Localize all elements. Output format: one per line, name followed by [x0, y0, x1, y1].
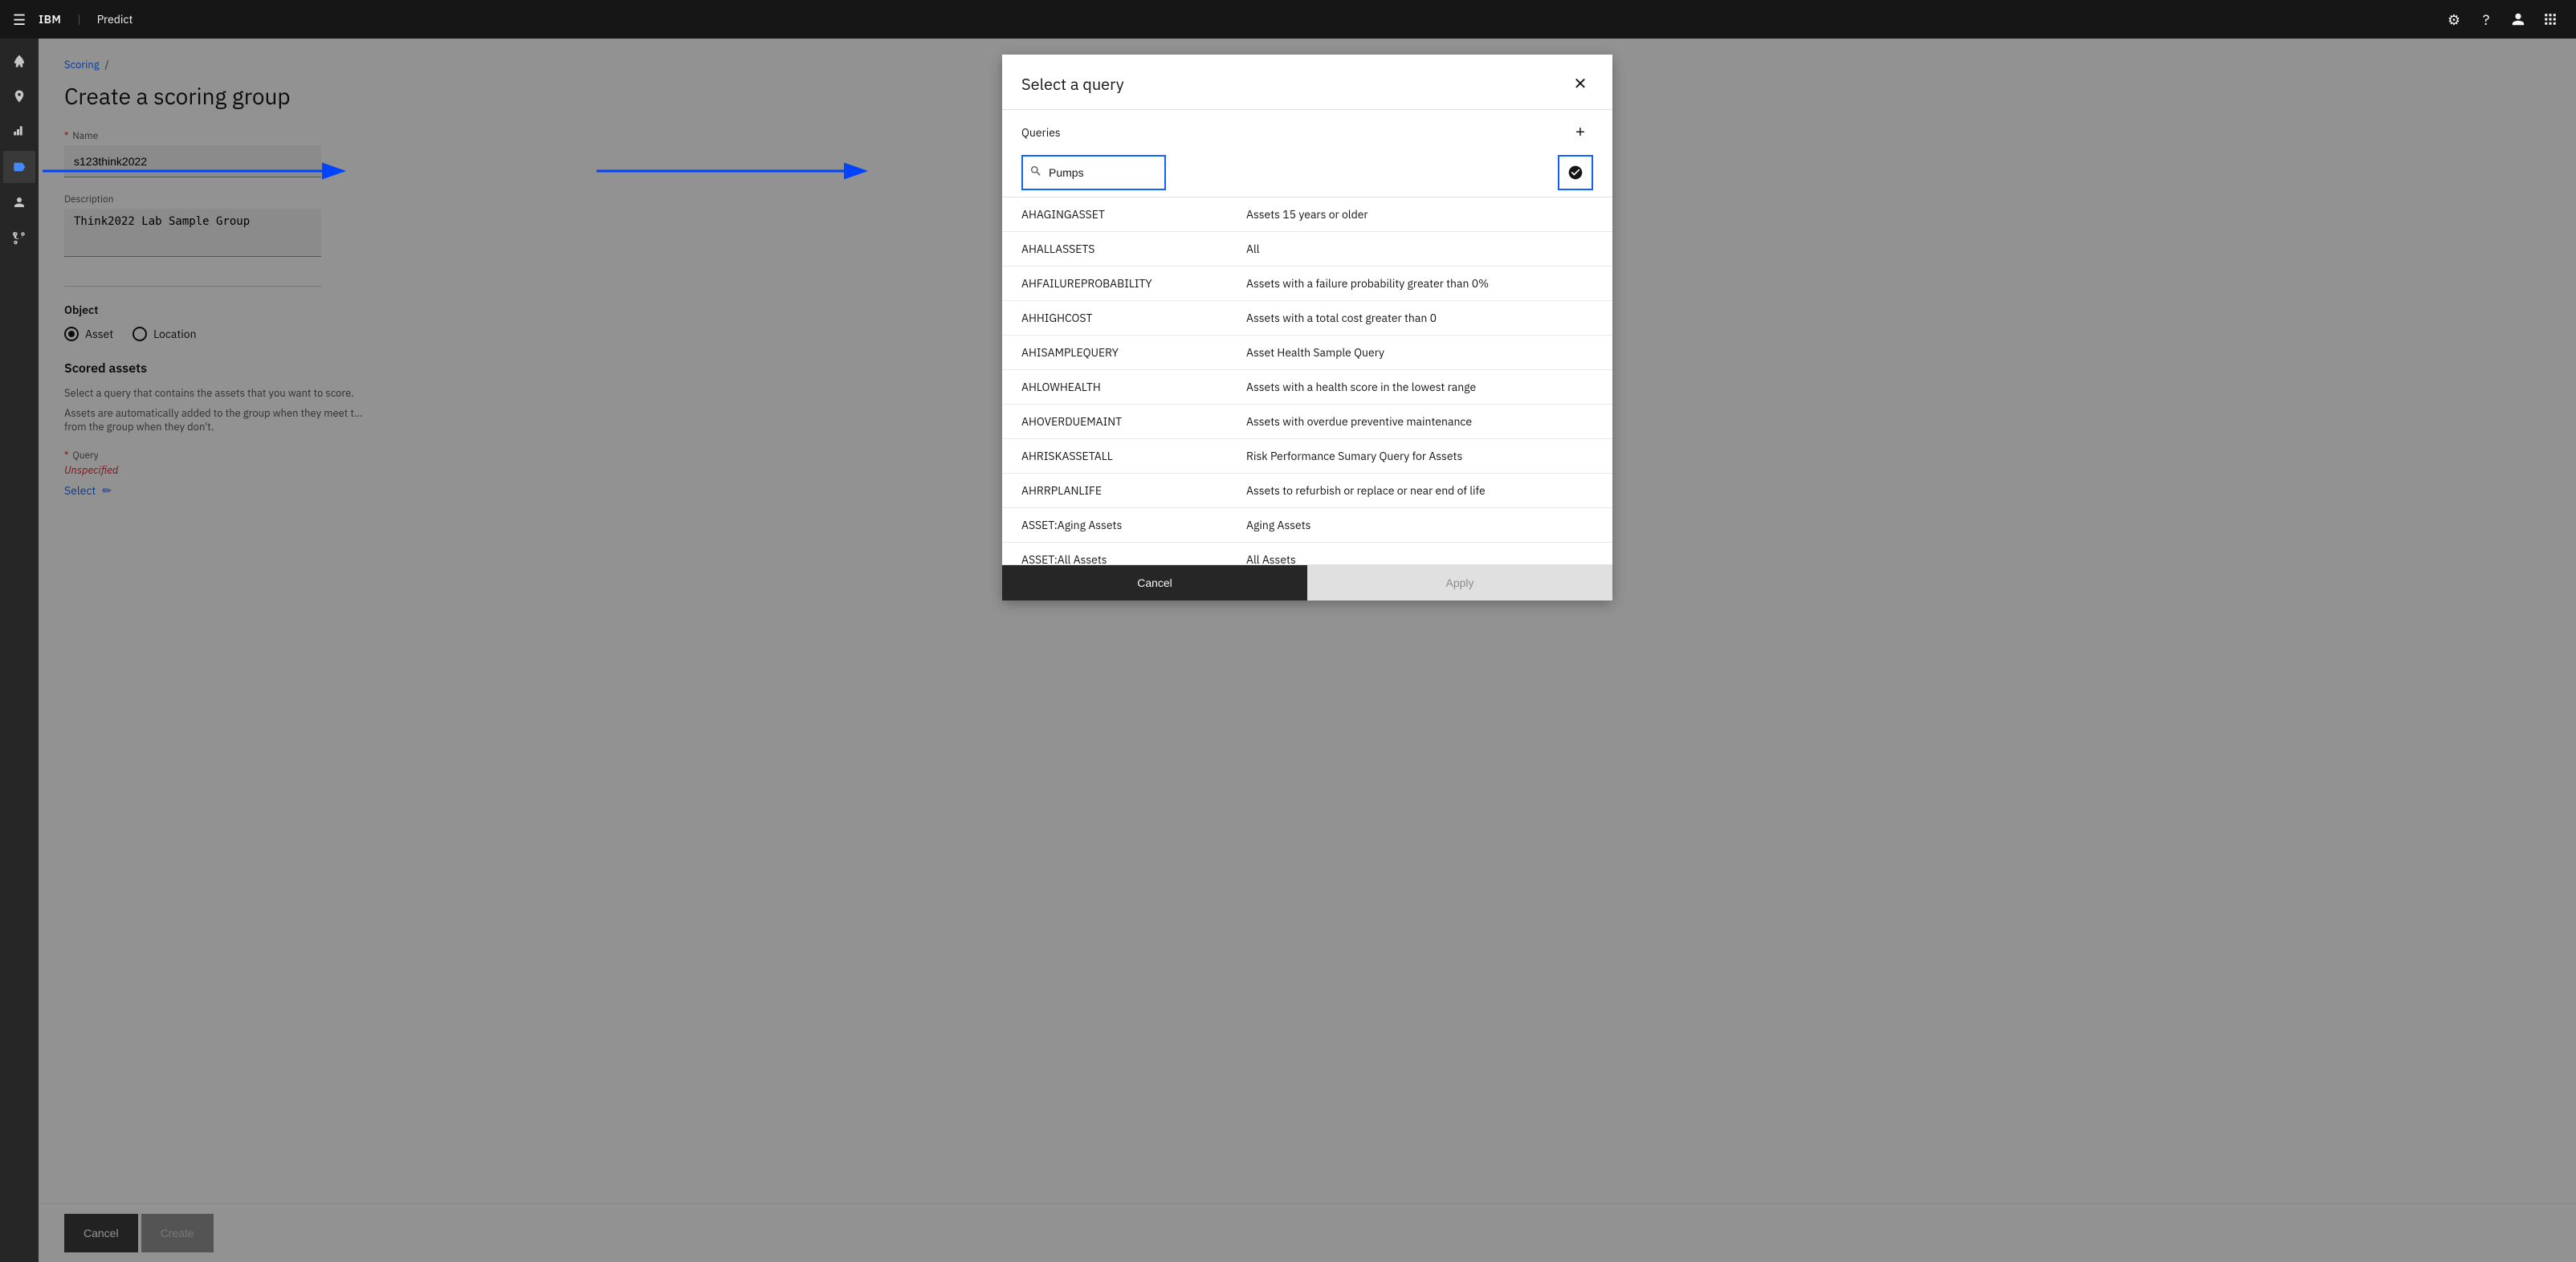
table-col2: Aging Assets — [1246, 518, 1593, 532]
table-col1: AHISAMPLEQUERY — [1021, 345, 1246, 360]
search-input[interactable] — [1049, 166, 1158, 179]
table-col2: Risk Performance Sumary Query for Assets — [1246, 449, 1593, 463]
modal-cancel-button[interactable]: Cancel — [1002, 565, 1307, 600]
sidebar-icon-branch[interactable] — [3, 222, 35, 254]
table-row[interactable]: ASSET:Aging Assets Aging Assets — [1002, 508, 1612, 543]
table-row[interactable]: AHRRPLANLIFE Assets to refurbish or repl… — [1002, 474, 1612, 508]
table-col2: All Assets — [1246, 552, 1593, 564]
modal-overlay: Select a query ✕ Queries + AHAGINGASSET — [39, 39, 2576, 1262]
table-row[interactable]: AHAGINGASSET Assets 15 years or older — [1002, 197, 1612, 232]
table-row[interactable]: AHHIGHCOST Assets with a total cost grea… — [1002, 301, 1612, 336]
queries-label: Queries — [1021, 125, 1061, 140]
top-nav-right: ⚙ ? — [2441, 6, 2563, 32]
search-icon — [1029, 165, 1042, 181]
table-col1: AHAGINGASSET — [1021, 207, 1246, 222]
table-row[interactable]: ASSET:All Assets All Assets — [1002, 543, 1612, 564]
table-col2: Assets 15 years or older — [1246, 207, 1593, 222]
sidebar-icon-person[interactable] — [3, 186, 35, 218]
table-col2: Assets with a health score in the lowest… — [1246, 380, 1593, 394]
sidebar-icon-rocket[interactable] — [3, 45, 35, 77]
table-row[interactable]: AHFAILUREPROBABILITY Assets with a failu… — [1002, 267, 1612, 301]
table-col2: Assets with overdue preventive maintenan… — [1246, 414, 1593, 429]
table-col1: ASSET:All Assets — [1021, 552, 1246, 564]
sidebar-icon-tag[interactable] — [3, 151, 35, 183]
table-col2: Assets with a total cost greater than 0 — [1246, 311, 1593, 325]
table-col1: AHRRPLANLIFE — [1021, 483, 1246, 498]
table-row[interactable]: AHLOWHEALTH Assets with a health score i… — [1002, 370, 1612, 405]
table-col2: All — [1246, 242, 1593, 256]
modal-footer: Cancel Apply — [1002, 564, 1612, 600]
sidebar-icon-chart[interactable] — [3, 116, 35, 148]
table-col2: Assets with a failure probability greate… — [1246, 276, 1593, 291]
modal-queries-bar: Queries + — [1002, 110, 1612, 155]
table-col1: AHALLASSETS — [1021, 242, 1246, 256]
search-box[interactable] — [1021, 155, 1166, 190]
table-col1: AHLOWHEALTH — [1021, 380, 1246, 394]
help-icon[interactable]: ? — [2473, 6, 2499, 32]
modal-title: Select a query — [1021, 73, 1124, 95]
table-row[interactable]: AHOVERDUEMAINT Assets with overdue preve… — [1002, 405, 1612, 439]
sidebar — [0, 39, 39, 1262]
apps-icon[interactable] — [2537, 6, 2563, 32]
user-icon[interactable] — [2505, 6, 2531, 32]
brand-label: IBM — [39, 12, 61, 26]
modal-close-button[interactable]: ✕ — [1567, 71, 1593, 96]
table-col2: Assets to refurbish or replace or near e… — [1246, 483, 1593, 498]
check-button[interactable] — [1558, 155, 1593, 190]
table-col1: AHRISKASSETALL — [1021, 449, 1246, 463]
table-col1: AHHIGHCOST — [1021, 311, 1246, 325]
add-query-button[interactable]: + — [1567, 120, 1593, 145]
settings-icon[interactable]: ⚙ — [2441, 6, 2467, 32]
table-col1: AHOVERDUEMAINT — [1021, 414, 1246, 429]
top-nav: ☰ IBM | Predict ⚙ ? — [0, 0, 2576, 39]
table-row[interactable]: AHALLASSETS All — [1002, 232, 1612, 267]
menu-icon[interactable]: ☰ — [13, 10, 26, 29]
modal-search-row — [1002, 155, 1612, 197]
app-name-label: Predict — [97, 12, 133, 26]
table-col1: ASSET:Aging Assets — [1021, 518, 1246, 532]
modal-header: Select a query ✕ — [1002, 55, 1612, 110]
modal-apply-button: Apply — [1307, 565, 1612, 600]
sidebar-icon-location[interactable] — [3, 80, 35, 112]
modal-table: AHAGINGASSET Assets 15 years or older AH… — [1002, 197, 1612, 564]
table-col1: AHFAILUREPROBABILITY — [1021, 276, 1246, 291]
nav-divider: | — [77, 12, 80, 26]
table-row[interactable]: AHRISKASSETALL Risk Performance Sumary Q… — [1002, 439, 1612, 474]
select-query-modal: Select a query ✕ Queries + AHAGINGASSET — [1002, 55, 1612, 600]
table-col2: Asset Health Sample Query — [1246, 345, 1593, 360]
table-row[interactable]: AHISAMPLEQUERY Asset Health Sample Query — [1002, 336, 1612, 370]
